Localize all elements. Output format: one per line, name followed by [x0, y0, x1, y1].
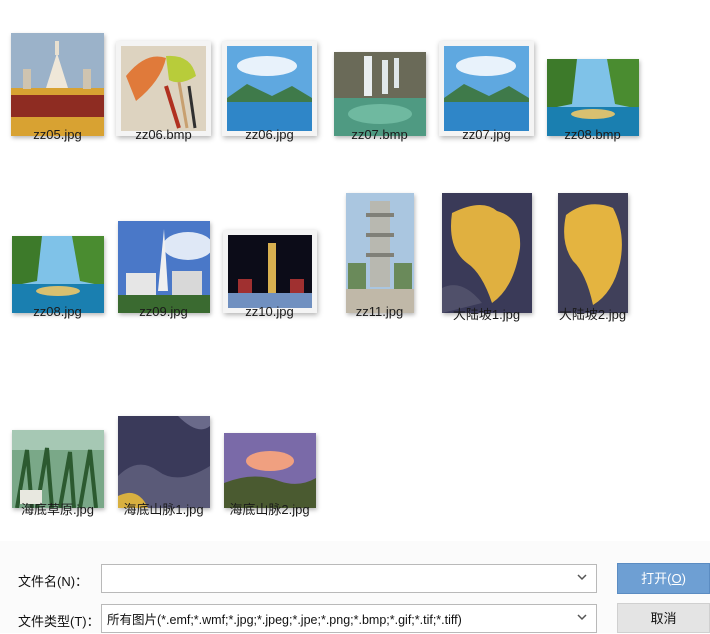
file-item-seabed-grassland[interactable]: 海底草原.jpg [4, 380, 111, 545]
jpg-image-thumbnail[interactable] [439, 41, 534, 136]
filename-input[interactable] [101, 564, 597, 593]
file-item-zz07-bmp[interactable]: zz07.bmp [326, 8, 433, 173]
file-item-zz05-jpg[interactable]: zz05.jpg [4, 8, 111, 173]
cancel-button[interactable]: 取消 [617, 603, 710, 633]
file-item-continental-slope-1[interactable]: 大陆坡1.jpg [433, 185, 540, 350]
file-name-label: zz11.jpg [355, 304, 404, 319]
jpg-image-thumbnail[interactable] [345, 193, 414, 313]
open-button-label-end: ) [681, 571, 686, 586]
jpg-image-thumbnail[interactable] [223, 433, 316, 508]
file-name-label: zz09.jpg [139, 304, 188, 319]
jpg-image-thumbnail[interactable] [11, 236, 104, 313]
file-item-zz07-jpg[interactable]: zz07.jpg [433, 8, 540, 173]
file-item-zz09-jpg[interactable]: zz09.jpg [110, 185, 217, 350]
file-name-label: zz07.jpg [462, 127, 511, 142]
jpg-image-thumbnail[interactable] [11, 33, 104, 136]
file-name-label: 海底草原.jpg [21, 502, 94, 517]
file-name-label: zz07.bmp [351, 127, 408, 142]
jpg-image-thumbnail[interactable] [557, 193, 628, 313]
file-name-label: 海底山脉1.jpg [123, 502, 204, 517]
open-button-label: 打开( [641, 571, 672, 586]
jpg-image-thumbnail[interactable] [441, 193, 532, 313]
file-name-label: 海底山脉2.jpg [229, 502, 310, 517]
filename-label: 文件名(N)： [18, 574, 89, 589]
file-name-label: zz05.jpg [33, 127, 82, 142]
jpg-image-thumbnail[interactable] [11, 430, 104, 508]
file-item-zz10-jpg[interactable]: zz10.jpg [216, 185, 323, 350]
jpg-image-thumbnail[interactable] [222, 41, 317, 136]
open-button-accelerator: O [671, 571, 682, 586]
file-item-seabed-mountain-2[interactable]: 海底山脉2.jpg [216, 380, 323, 545]
chevron-down-icon[interactable] [576, 571, 588, 583]
jpg-image-thumbnail[interactable] [222, 230, 317, 313]
jpg-image-thumbnail[interactable] [117, 221, 210, 313]
file-item-zz06-jpg[interactable]: zz06.jpg [216, 8, 323, 173]
file-name-label: zz08.jpg [33, 304, 82, 319]
file-item-continental-slope-2[interactable]: 大陆坡2.jpg [539, 185, 646, 350]
chevron-down-icon[interactable] [576, 611, 588, 623]
file-name-label: 大陆坡1.jpg [452, 307, 521, 322]
file-item-zz11-jpg[interactable]: zz11.jpg [326, 185, 433, 350]
bmp-image-thumbnail[interactable] [546, 59, 639, 136]
file-item-zz08-jpg[interactable]: zz08.jpg [4, 185, 111, 350]
file-item-zz06-bmp[interactable]: zz06.bmp [110, 8, 217, 173]
file-item-seabed-mountain-1[interactable]: 海底山脉1.jpg [110, 380, 217, 545]
file-name-label: zz08.bmp [564, 127, 621, 142]
filetype-label: 文件类型(T)： [18, 614, 100, 629]
file-thumbnail-grid: zz05.jpg zz06.bmp zz06.jpg zz07.bmp zz07… [0, 0, 710, 540]
open-button[interactable]: 打开(O) [617, 563, 710, 594]
file-item-zz08-bmp[interactable]: zz08.bmp [539, 8, 646, 173]
file-name-label: zz06.bmp [135, 127, 192, 142]
filetype-select[interactable]: 所有图片(*.emf;*.wmf;*.jpg;*.jpeg;*.jpe;*.pn… [101, 604, 597, 633]
jpg-image-thumbnail[interactable] [117, 416, 210, 508]
file-name-label: 大陆坡2.jpg [558, 307, 627, 322]
filetype-value: 所有图片(*.emf;*.wmf;*.jpg;*.jpeg;*.jpe;*.pn… [107, 613, 462, 627]
bmp-image-thumbnail[interactable] [333, 52, 426, 136]
file-name-label: zz06.jpg [245, 127, 294, 142]
file-name-label: zz10.jpg [245, 304, 294, 319]
bmp-image-thumbnail[interactable] [116, 41, 211, 136]
